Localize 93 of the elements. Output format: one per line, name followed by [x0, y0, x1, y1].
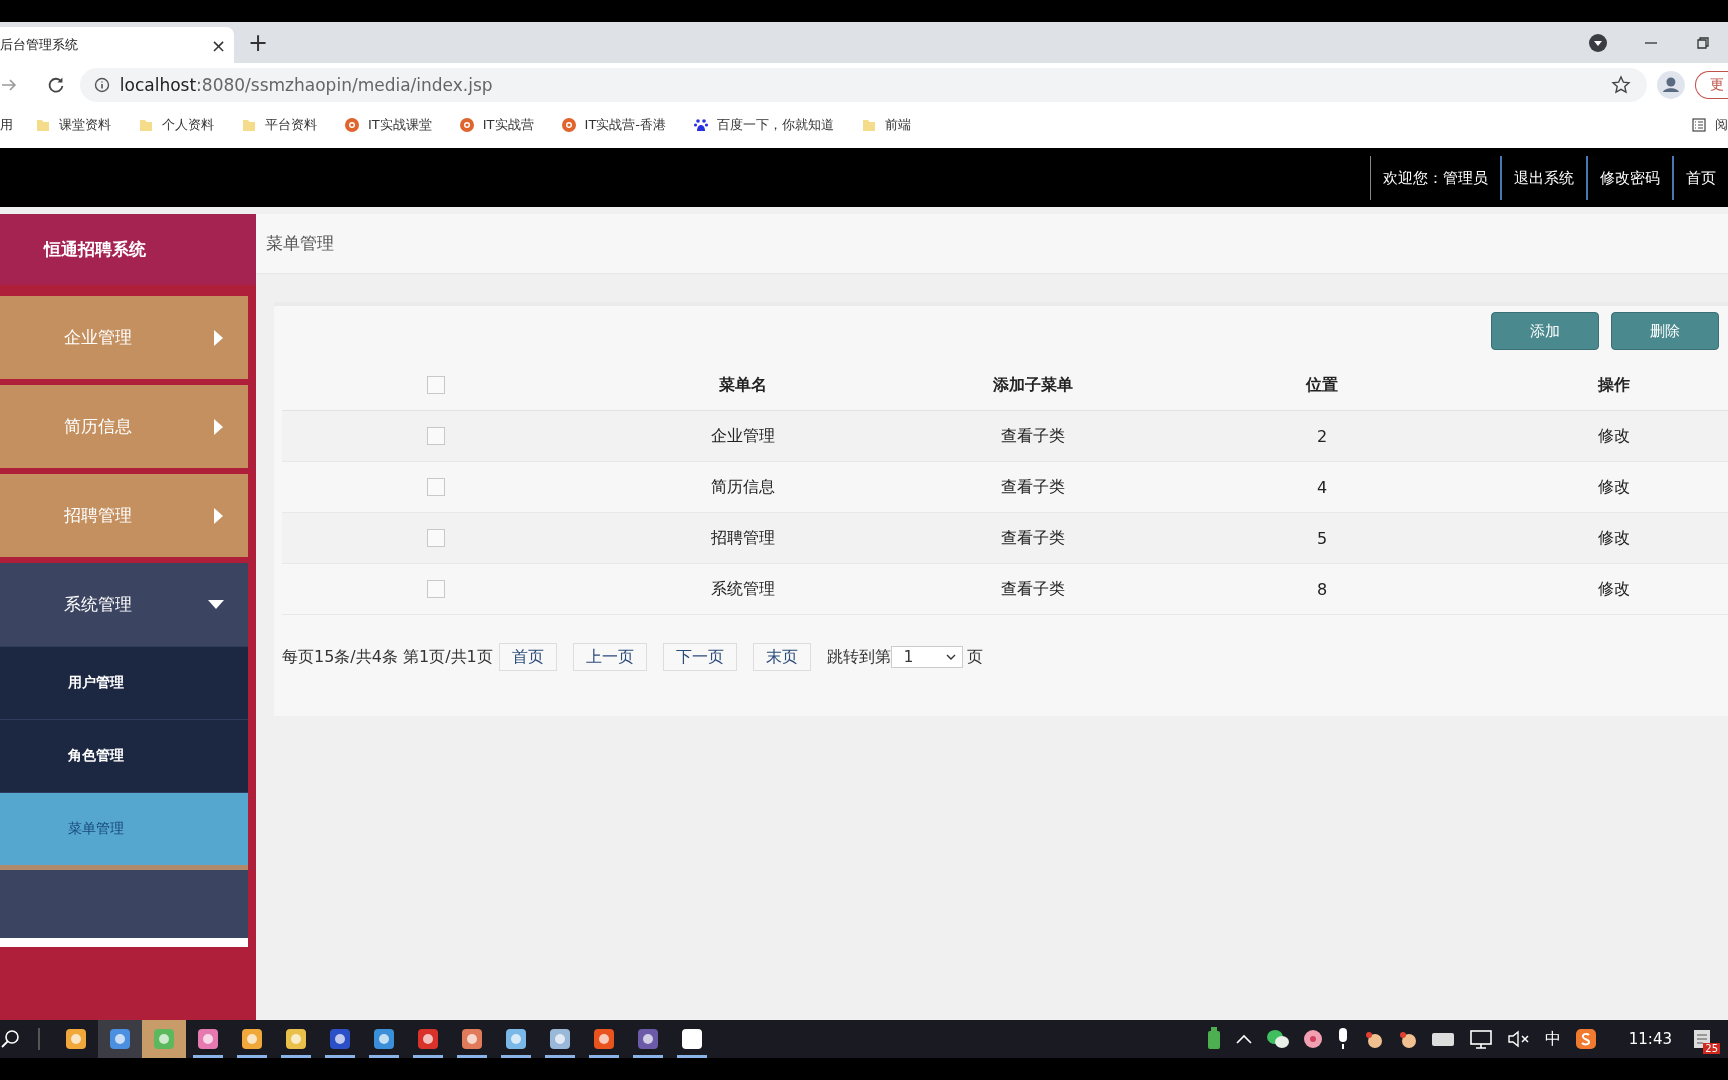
page-button[interactable]: 上一页: [572, 643, 647, 671]
jump-label: 跳转到第: [826, 646, 891, 668]
usb-drive-icon[interactable]: [1206, 1027, 1221, 1051]
table-cell: 5: [1316, 528, 1328, 548]
header-link[interactable]: 欢迎您：管理员: [1370, 155, 1500, 200]
bookmark[interactable]: IT实战课堂: [344, 116, 432, 134]
submenu-item[interactable]: 菜单管理: [0, 792, 248, 865]
table-link[interactable]: 修改: [1598, 578, 1630, 600]
caret-right-icon: [214, 507, 224, 524]
table-cell: 4: [1316, 477, 1328, 497]
notification-badge: 25: [1703, 1043, 1720, 1054]
action-button[interactable]: 删除: [1611, 312, 1719, 350]
table-link[interactable]: 查看子类: [1001, 527, 1065, 549]
table-cell: 2: [1316, 426, 1328, 446]
page-button[interactable]: 末页: [752, 643, 811, 671]
bookmark[interactable]: 课堂资料: [35, 116, 111, 134]
address-field[interactable]: localhost:8080/ssmzhaopin/media/index.jsp: [79, 67, 1648, 102]
profile-icon[interactable]: [1657, 70, 1685, 99]
list-icon: [1691, 117, 1707, 133]
row-checkbox[interactable]: [427, 580, 445, 598]
caret-up-icon[interactable]: [1234, 1033, 1253, 1045]
bookmark[interactable]: 平台资料: [241, 116, 317, 134]
table-link[interactable]: 修改: [1598, 425, 1630, 447]
chat-bubbles-icon[interactable]: [1266, 1029, 1289, 1049]
table-link[interactable]: 修改: [1598, 476, 1630, 498]
globe-icon: [560, 117, 577, 133]
clock[interactable]: 11:43: [1628, 1030, 1672, 1048]
folder-icon: [861, 117, 878, 133]
browser-tab[interactable]: 后台管理系统 ×: [0, 27, 234, 63]
tab-search-icon[interactable]: [1588, 32, 1608, 53]
page-summary: 每页15条/共4条 第1页/共1页: [282, 646, 493, 668]
table-cell: 8: [1316, 579, 1328, 599]
bookmark[interactable]: IT实战营: [458, 116, 534, 134]
row-checkbox[interactable]: [427, 427, 445, 445]
folder-icon: [241, 117, 257, 133]
caret-right-icon: [214, 418, 224, 435]
input-method-indicator[interactable]: 中: [1544, 1028, 1561, 1050]
table-link[interactable]: 查看子类: [1001, 476, 1065, 498]
action-button[interactable]: 添加: [1491, 312, 1599, 350]
page-select[interactable]: 1: [890, 646, 963, 668]
table-cell: 系统管理: [711, 578, 775, 600]
header-link[interactable]: 修改密码: [1586, 155, 1672, 200]
bookmark[interactable]: 前端: [861, 116, 912, 134]
bookmark[interactable]: IT实战营-香港: [560, 116, 667, 134]
folder-icon: [138, 117, 154, 133]
page-suffix: 页: [966, 646, 983, 668]
caret-right-icon: [214, 329, 224, 346]
bookmark[interactable]: 百度一下，你就知道: [693, 116, 835, 134]
search-icon[interactable]: [0, 1028, 22, 1050]
keyboard-icon[interactable]: [1430, 1030, 1455, 1048]
table-cell: 企业管理: [711, 425, 775, 447]
chevron-down-icon: [945, 653, 956, 661]
submenu-item[interactable]: 角色管理: [0, 719, 248, 792]
column-header: 操作: [1598, 374, 1630, 396]
table-link[interactable]: 查看子类: [1001, 425, 1065, 447]
page-button[interactable]: 下一页: [662, 643, 737, 671]
caret-down-icon: [208, 599, 224, 610]
column-header: 位置: [1306, 374, 1338, 396]
bookmark[interactable]: 用: [0, 116, 13, 134]
header-link[interactable]: 退出系统: [1500, 155, 1586, 200]
monitor-icon[interactable]: [1468, 1029, 1493, 1049]
close-tab-button[interactable]: ×: [210, 34, 226, 56]
system-title: 恒通招聘系统: [0, 214, 256, 285]
table-link[interactable]: 查看子类: [1001, 578, 1065, 600]
bookmark[interactable]: 个人资料: [138, 116, 214, 134]
app-icon[interactable]: [98, 1020, 142, 1058]
new-tab-button[interactable]: +: [248, 29, 269, 57]
reading-list-button[interactable]: 阅: [1691, 116, 1728, 134]
table-link[interactable]: 修改: [1598, 527, 1630, 549]
table-cell: 简历信息: [711, 476, 775, 498]
microphone-icon[interactable]: [1336, 1028, 1349, 1050]
row-checkbox[interactable]: [427, 478, 445, 496]
info-icon[interactable]: [93, 76, 110, 93]
select-all-checkbox[interactable]: [427, 376, 445, 394]
flower-icon[interactable]: [1302, 1029, 1323, 1049]
table-cell: 招聘管理: [711, 527, 775, 549]
tab-title: 后台管理系统: [0, 36, 78, 54]
row-checkbox[interactable]: [427, 529, 445, 547]
globe-icon: [458, 117, 475, 133]
page-button[interactable]: 首页: [498, 643, 557, 671]
page-title: 菜单管理: [266, 232, 334, 255]
submenu-item[interactable]: 用户管理: [0, 646, 248, 719]
sogou-icon[interactable]: [1574, 1028, 1597, 1050]
menu-item[interactable]: 系统管理: [0, 563, 248, 646]
column-header: 添加子菜单: [993, 374, 1073, 396]
column-header: 菜单名: [719, 374, 767, 396]
mute-icon[interactable]: [1506, 1030, 1531, 1048]
header-link[interactable]: 首页: [1672, 155, 1728, 200]
paw-icon: [693, 117, 710, 133]
globe-icon: [344, 117, 360, 133]
folder-icon: [35, 117, 51, 133]
url-text: localhost:8080/ssmzhaopin/media/index.jsp: [119, 74, 493, 95]
star-icon[interactable]: [1611, 74, 1632, 95]
